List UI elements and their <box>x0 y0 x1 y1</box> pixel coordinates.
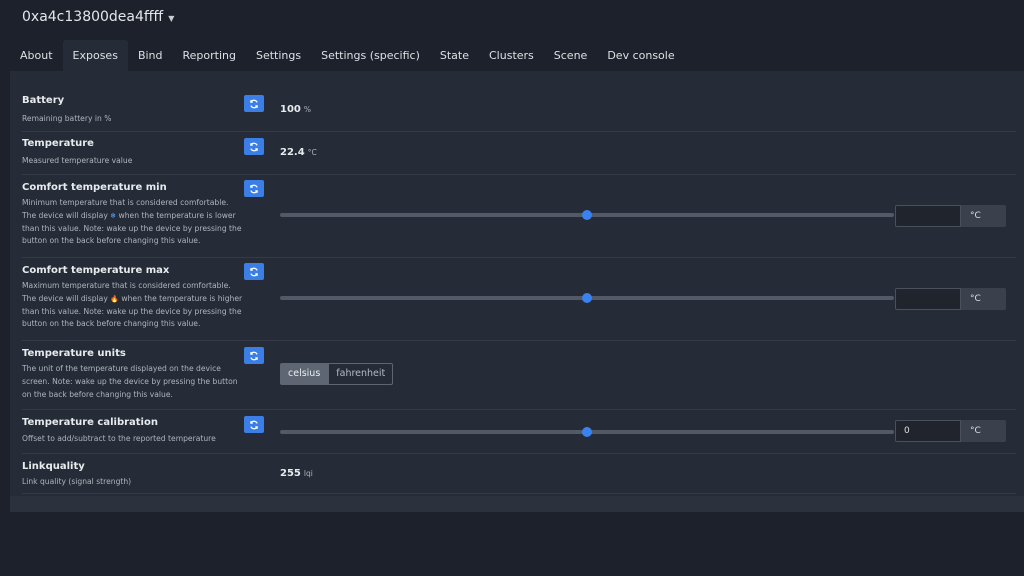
tab-settings-specific[interactable]: Settings (specific) <box>311 40 430 71</box>
option-celsius[interactable]: celsius <box>280 363 329 385</box>
refresh-button[interactable] <box>244 347 264 364</box>
refresh-button[interactable] <box>244 180 264 197</box>
input-unit: °C <box>961 288 1006 310</box>
expose-description: Link quality (signal strength) <box>22 477 132 486</box>
expose-title: Temperature <box>22 138 94 149</box>
comfort-min-slider[interactable] <box>280 210 894 220</box>
expose-row-battery: Battery Remaining battery in % 100% <box>22 95 1016 132</box>
tab-dev-console[interactable]: Dev console <box>597 40 684 71</box>
expose-row-linkquality: Linkquality Link quality (signal strengt… <box>22 461 1016 494</box>
expose-value: 22.4 °C <box>280 147 317 158</box>
refresh-icon <box>250 184 258 193</box>
expose-row-comfort-min: Comfort temperature min Minimum temperat… <box>22 180 1016 258</box>
refresh-button[interactable] <box>244 138 264 155</box>
slider-thumb[interactable] <box>582 210 592 220</box>
tab-state[interactable]: State <box>430 40 479 71</box>
device-selector[interactable]: 0xa4c13800dea4ffff ▼ <box>22 9 174 25</box>
tab-scene[interactable]: Scene <box>544 40 598 71</box>
refresh-icon <box>250 99 258 108</box>
refresh-button[interactable] <box>244 416 264 433</box>
value-unit: °C <box>307 148 317 157</box>
expose-title: Linkquality <box>22 461 85 472</box>
tab-about[interactable]: About <box>10 40 63 71</box>
expose-value: 100% <box>280 104 312 115</box>
panel-footer <box>10 496 1024 512</box>
expose-description: The unit of the temperature displayed on… <box>22 364 238 399</box>
refresh-icon <box>250 267 258 276</box>
snowflake-icon: ❄ <box>110 211 117 220</box>
expose-description: Remaining battery in % <box>22 114 112 123</box>
expose-row-calibration: Temperature calibration Offset to add/su… <box>22 416 1016 454</box>
refresh-icon <box>250 142 258 151</box>
expose-title: Temperature units <box>22 348 126 359</box>
slider-thumb[interactable] <box>582 427 592 437</box>
comfort-max-slider[interactable] <box>280 293 894 303</box>
tab-bind[interactable]: Bind <box>128 40 173 71</box>
chevron-down-icon: ▼ <box>168 13 175 23</box>
tab-clusters[interactable]: Clusters <box>479 40 544 71</box>
refresh-icon <box>250 420 258 429</box>
expose-description: Offset to add/subtract to the reported t… <box>22 434 216 443</box>
device-name: 0xa4c13800dea4ffff <box>22 9 164 25</box>
refresh-button[interactable] <box>244 263 264 280</box>
value-unit: % <box>303 105 312 114</box>
tab-exposes[interactable]: Exposes <box>62 40 128 71</box>
fire-icon: 🔥 <box>110 294 119 303</box>
slider-thumb[interactable] <box>582 293 592 303</box>
expose-row-temperature: Temperature Measured temperature value 2… <box>22 138 1016 175</box>
expose-description: Maximum temperature that is considered c… <box>22 281 243 329</box>
value-unit: lqi <box>303 469 313 478</box>
expose-title: Temperature calibration <box>22 417 158 428</box>
tab-reporting[interactable]: Reporting <box>173 40 246 71</box>
expose-description: Minimum temperature that is considered c… <box>22 198 242 246</box>
refresh-button[interactable] <box>244 95 264 112</box>
expose-title: Comfort temperature min <box>22 182 167 193</box>
comfort-min-input[interactable] <box>895 205 961 227</box>
tab-settings[interactable]: Settings <box>246 40 311 71</box>
expose-row-comfort-max: Comfort temperature max Maximum temperat… <box>22 263 1016 341</box>
option-fahrenheit[interactable]: fahrenheit <box>328 363 394 385</box>
calibration-input[interactable]: 0 <box>895 420 961 442</box>
expose-value: 255 lqi <box>280 468 313 479</box>
refresh-icon <box>250 351 258 360</box>
exposes-panel: Battery Remaining battery in % 100% Temp… <box>10 71 1024 512</box>
expose-title: Battery <box>22 95 65 106</box>
comfort-max-input[interactable] <box>895 288 961 310</box>
input-unit: °C <box>961 420 1006 442</box>
tab-bar: About Exposes Bind Reporting Settings Se… <box>10 40 1024 71</box>
calibration-slider[interactable] <box>280 427 894 437</box>
expose-description: Measured temperature value <box>22 156 133 165</box>
expose-row-temperature-units: Temperature units The unit of the temper… <box>22 347 1016 410</box>
temperature-units-toggle: celsius fahrenheit <box>280 363 394 385</box>
input-unit: °C <box>961 205 1006 227</box>
expose-title: Comfort temperature max <box>22 265 170 276</box>
